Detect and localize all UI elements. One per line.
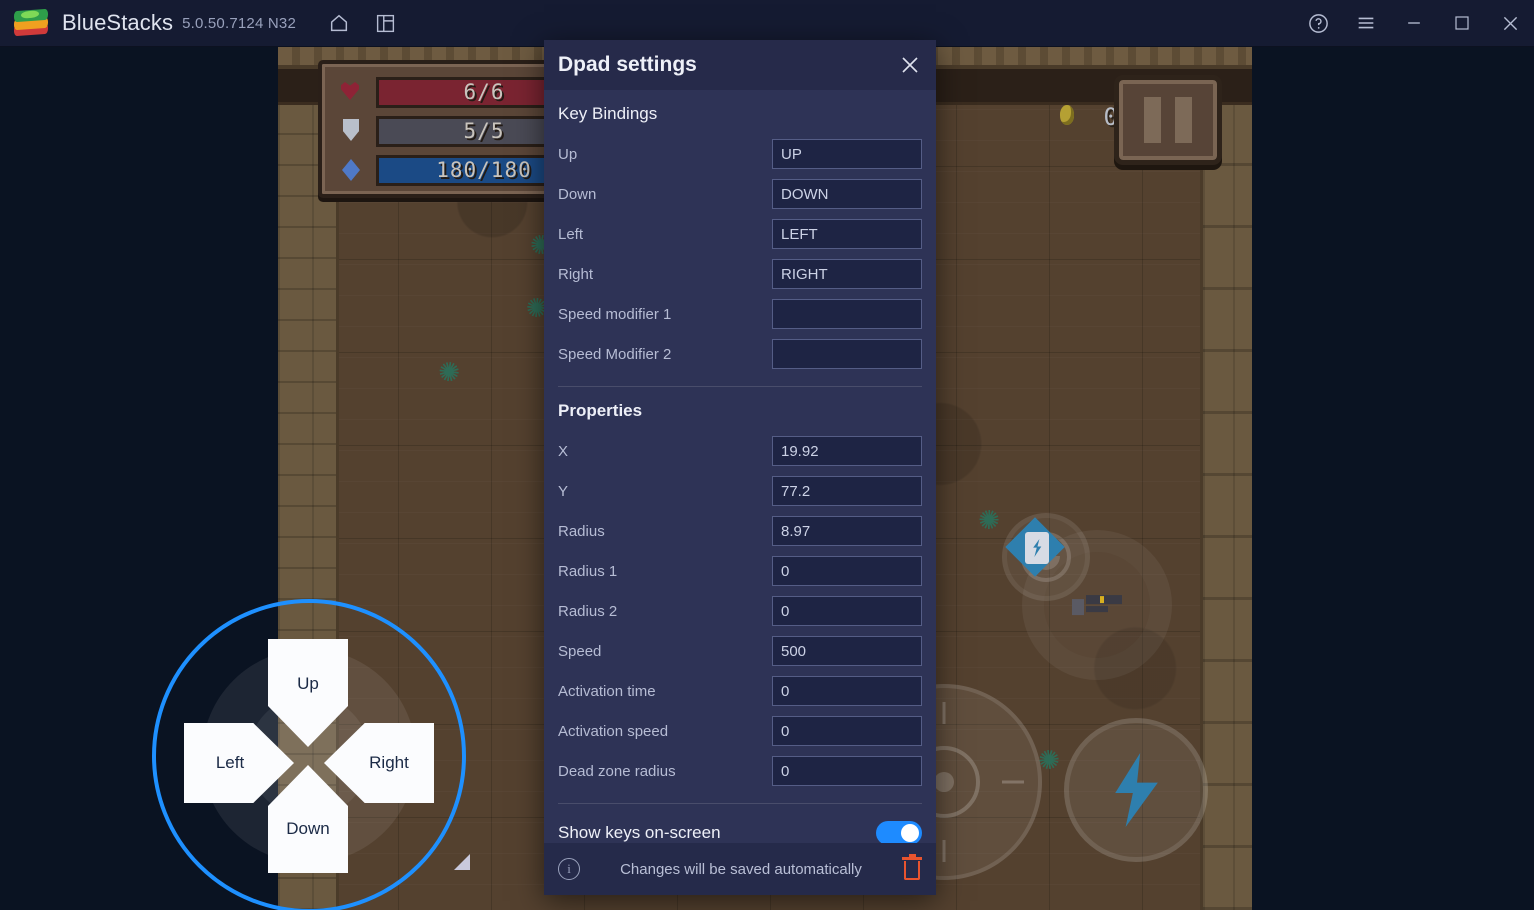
property-label: X [558, 442, 569, 460]
property-row: Radius 2 0 [558, 591, 922, 631]
key-binding-label: Right [558, 265, 594, 283]
key-binding-label: Down [558, 185, 597, 203]
property-label: Y [558, 482, 569, 500]
shield-icon [334, 116, 368, 146]
dialog-body: Key Bindings Up UP Down DOWN Left LEFT Right RI… [544, 90, 936, 843]
property-row: X 19.92 [558, 431, 922, 471]
help-icon[interactable] [1294, 0, 1342, 47]
properties-list: X 19.92 Y 77.2 Radius 8.97 Radius 1 0 Radius 2 0 S… [558, 431, 922, 791]
key-binding-input[interactable] [772, 299, 922, 329]
property-row: Radius 1 0 [558, 551, 922, 591]
section-title-properties: Properties [558, 401, 643, 420]
autosave-message: Changes will be saved automatically [620, 860, 862, 878]
key-binding-label: Speed Modifier 2 [558, 345, 672, 363]
dialog-footer: i Changes will be saved automatically [544, 843, 936, 895]
dialog-header: Dpad settings [544, 40, 936, 90]
close-icon[interactable] [884, 40, 936, 90]
key-binding-input[interactable]: DOWN [772, 179, 922, 209]
window-controls [1294, 0, 1534, 47]
property-row: Dead zone radius 0 [558, 751, 922, 791]
bluestacks-window: BlueStacks 5.0.50.7124 N32 ✺ ✺ ✺ ✺ ✺ 0 6… [0, 0, 1534, 910]
property-label: Speed [558, 642, 602, 660]
key-bindings-list: Up UP Down DOWN Left LEFT Right RIGHT Speed modi… [558, 134, 922, 374]
key-binding-input[interactable]: UP [772, 139, 922, 169]
show-keys-toggle[interactable] [876, 821, 922, 843]
pause-icon [1175, 97, 1192, 143]
property-row: Y 77.2 [558, 471, 922, 511]
weapon-icon [1072, 595, 1122, 617]
dialog-title: Dpad settings [558, 53, 697, 76]
property-input[interactable]: 0 [772, 596, 922, 626]
key-binding-row: Speed Modifier 2 [558, 334, 922, 374]
property-row: Speed 500 [558, 631, 922, 671]
key-binding-label: Left [558, 225, 584, 243]
bluestacks-logo-icon [14, 8, 48, 38]
hamburger-menu-icon[interactable] [1342, 0, 1390, 47]
dpad-key-right-label: Right [369, 753, 409, 772]
property-input[interactable]: 0 [772, 716, 922, 746]
key-binding-input[interactable]: RIGHT [772, 259, 922, 289]
property-input[interactable]: 500 [772, 636, 922, 666]
key-binding-input[interactable] [772, 339, 922, 369]
key-binding-row: Left LEFT [558, 214, 922, 254]
key-binding-label: Speed modifier 1 [558, 305, 672, 323]
maximize-icon[interactable] [1438, 0, 1486, 47]
gem-icon [334, 155, 368, 185]
dpad-key-up-label: Up [297, 674, 319, 693]
property-row: Activation speed 0 [558, 711, 922, 751]
trash-icon[interactable] [902, 854, 922, 881]
toggle-divider [558, 803, 922, 804]
property-input[interactable]: 0 [772, 756, 922, 786]
dpad-key-left-label: Left [215, 753, 245, 772]
property-input[interactable]: 77.2 [772, 476, 922, 506]
app-name: BlueStacks [62, 10, 174, 35]
key-binding-label: Up [558, 145, 578, 163]
heart-icon [334, 77, 368, 107]
show-keys-label: Show keys on-screen [558, 823, 721, 842]
property-row: Radius 8.97 [558, 511, 922, 551]
property-label: Radius 1 [558, 562, 618, 580]
dpad-settings-dialog: Dpad settings Key Bindings Up UP Down DOWN L… [544, 40, 936, 895]
weapon-swap-button[interactable] [1005, 517, 1172, 680]
section-divider [558, 386, 922, 387]
key-binding-row: Speed modifier 1 [558, 294, 922, 334]
property-label: Radius 2 [558, 602, 618, 620]
key-binding-input[interactable]: LEFT [772, 219, 922, 249]
info-icon: i [558, 858, 580, 880]
key-binding-row: Right RIGHT [558, 254, 922, 294]
property-row: Activation time 0 [558, 671, 922, 711]
key-binding-row: Down DOWN [558, 174, 922, 214]
key-binding-row: Up UP [558, 134, 922, 174]
swap-badge-card-icon [1025, 532, 1049, 564]
close-icon[interactable] [1486, 0, 1534, 47]
property-input[interactable]: 0 [772, 676, 922, 706]
property-label: Dead zone radius [558, 762, 676, 780]
dash-button[interactable] [1064, 718, 1208, 862]
property-label: Activation time [558, 682, 656, 700]
property-label: Radius [558, 522, 605, 540]
dpad-overlay[interactable]: Up Down Left Right [152, 599, 466, 910]
pause-icon [1144, 97, 1161, 143]
show-keys-row: Show keys on-screen [558, 810, 922, 843]
property-input[interactable]: 19.92 [772, 436, 922, 466]
dpad-key-down-label: Down [286, 819, 330, 838]
section-title-key-bindings: Key Bindings [558, 104, 658, 123]
coin-icon [1060, 105, 1074, 125]
home-icon[interactable] [316, 0, 362, 47]
property-input[interactable]: 0 [772, 556, 922, 586]
pause-button[interactable] [1114, 75, 1222, 165]
multi-instance-icon[interactable] [362, 0, 408, 47]
property-input[interactable]: 8.97 [772, 516, 922, 546]
minimize-icon[interactable] [1390, 0, 1438, 47]
app-version: 5.0.50.7124 N32 [182, 14, 296, 32]
property-label: Activation speed [558, 722, 669, 740]
lightning-bolt-icon [1115, 753, 1158, 827]
